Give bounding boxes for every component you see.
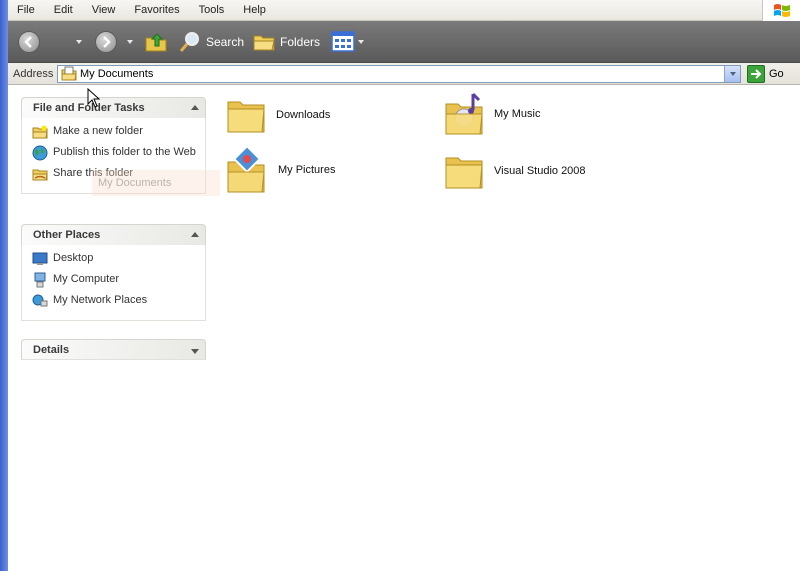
folder-label: My Pictures <box>278 164 336 176</box>
folder-label: Visual Studio 2008 <box>494 165 586 177</box>
go-label: Go <box>769 68 784 80</box>
forward-button[interactable] <box>95 31 117 53</box>
task-make-new-folder[interactable]: Make a new folder <box>32 124 201 140</box>
folders-icon <box>253 35 275 51</box>
chevron-down-icon <box>76 40 82 44</box>
new-folder-icon <box>32 125 48 139</box>
task-label: Publish this folder to the Web <box>53 146 196 158</box>
standard-toolbar: Search Folders <box>8 21 800 63</box>
desktop-icon <box>32 252 48 265</box>
views-button[interactable] <box>331 31 355 53</box>
details-panel: Details <box>21 339 206 360</box>
back-dropdown[interactable] <box>76 40 82 44</box>
chevron-down-icon <box>729 72 736 76</box>
place-my-computer[interactable]: My Computer <box>32 272 201 288</box>
panel-title: Other Places <box>33 229 101 241</box>
drag-ghost-label: My Documents <box>98 177 172 189</box>
chevron-down-icon <box>358 40 364 44</box>
other-places-panel: Other Places Desktop My Computer My Netw… <box>21 224 206 321</box>
up-folder-button[interactable] <box>144 30 168 54</box>
folder-item-visual-studio-2008[interactable]: Visual Studio 2008 <box>444 152 586 190</box>
expand-icon[interactable] <box>191 349 199 354</box>
folder-content-view: Downloads My Music My Pictures Visual St… <box>220 86 800 571</box>
chevron-down-icon <box>127 40 133 44</box>
menu-favorites[interactable]: Favorites <box>125 0 189 21</box>
globe-icon <box>32 145 48 161</box>
menu-view[interactable]: View <box>83 0 126 21</box>
panel-title: Details <box>33 344 70 356</box>
forward-dropdown[interactable] <box>127 40 133 44</box>
address-dropdown-button[interactable] <box>724 66 740 82</box>
folder-label: Downloads <box>276 109 331 121</box>
views-dropdown[interactable] <box>358 40 364 44</box>
share-folder-icon <box>32 169 48 181</box>
folders-button[interactable]: Folders <box>252 30 320 54</box>
file-folder-tasks-header[interactable]: File and Folder Tasks <box>21 97 206 118</box>
folder-item-my-pictures[interactable]: My Pictures <box>226 146 335 194</box>
back-arrow-icon <box>18 31 40 53</box>
folder-item-downloads[interactable]: Downloads <box>226 96 330 134</box>
forward-arrow-icon <box>95 31 117 53</box>
address-input[interactable]: My Documents <box>57 65 741 83</box>
folder-item-my-music[interactable]: My Music <box>444 92 540 136</box>
place-label: My Computer <box>53 273 120 285</box>
other-places-header[interactable]: Other Places <box>21 224 206 245</box>
task-label: Make a new folder <box>53 125 143 137</box>
my-documents-icon <box>61 66 77 81</box>
address-label: Address <box>13 68 54 80</box>
menu-bar: File Edit View Favorites Tools Help <box>8 0 800 21</box>
window-left-edge <box>0 0 8 571</box>
place-my-network-places[interactable]: My Network Places <box>32 293 201 309</box>
place-desktop[interactable]: Desktop <box>32 251 201 267</box>
search-label: Search <box>206 35 245 49</box>
drag-ghost: My Documents <box>92 170 228 196</box>
views-icon <box>331 31 355 52</box>
menu-edit[interactable]: Edit <box>45 0 83 21</box>
task-publish-folder[interactable]: Publish this folder to the Web <box>32 145 201 161</box>
address-value: My Documents <box>80 68 154 80</box>
search-button[interactable]: Search <box>178 30 244 54</box>
task-pane: File and Folder Tasks Make a new folder … <box>8 86 220 571</box>
windows-logo-icon <box>762 0 800 21</box>
music-folder-icon <box>445 92 483 135</box>
my-computer-icon <box>34 272 46 288</box>
pictures-folder-icon <box>227 146 265 193</box>
place-label: My Network Places <box>53 294 148 306</box>
details-header[interactable]: Details <box>21 339 206 360</box>
address-bar: Address My Documents Go <box>8 63 800 85</box>
collapse-icon[interactable] <box>191 232 199 237</box>
collapse-icon[interactable] <box>191 105 199 110</box>
folder-icon <box>227 101 265 133</box>
network-places-icon <box>32 294 48 307</box>
panel-body: Desktop My Computer My Network Places <box>21 245 206 321</box>
go-button[interactable]: Go <box>747 65 784 83</box>
menu-tools[interactable]: Tools <box>190 0 235 21</box>
menu-help[interactable]: Help <box>234 0 276 21</box>
search-icon <box>179 32 199 52</box>
folder-icon <box>445 157 483 189</box>
folder-label: My Music <box>494 108 541 120</box>
go-arrow-icon <box>747 65 765 83</box>
folders-label: Folders <box>280 35 321 49</box>
back-button[interactable] <box>18 31 40 53</box>
menu-file[interactable]: File <box>8 0 45 21</box>
place-label: Desktop <box>53 252 94 264</box>
folder-up-icon <box>145 33 167 52</box>
mouse-cursor-icon <box>87 88 101 108</box>
